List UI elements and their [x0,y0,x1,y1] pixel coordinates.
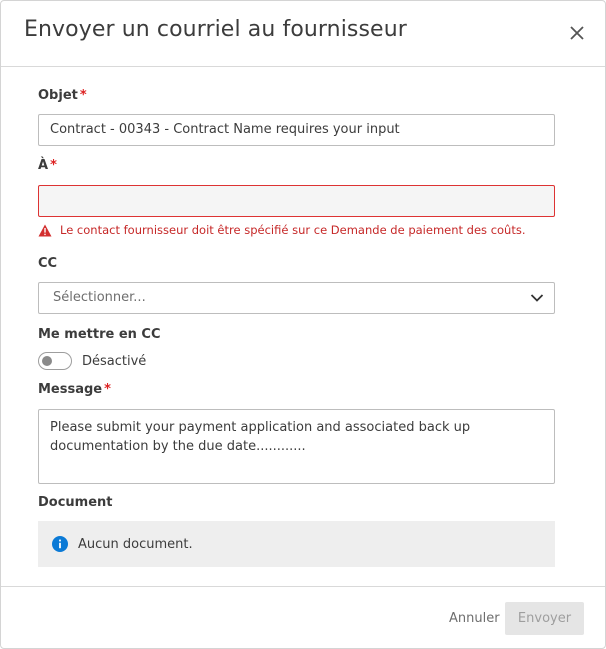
required-marker: * [104,382,111,397]
send-button[interactable]: Envoyer [505,602,584,635]
subject-input[interactable]: Contract - 00343 - Contract Name require… [38,114,555,146]
warning-icon [38,224,52,236]
subject-label-text: Objet [38,88,78,103]
dialog-header: Envoyer un courriel au fournisseur [1,1,605,67]
document-empty-text: Aucun document. [78,536,193,552]
subject-value: Contract - 00343 - Contract Name require… [50,122,400,137]
cc-me-toggle-state: Désactivé [82,354,147,369]
to-error-text: Le contact fournisseur doit être spécifi… [60,223,526,237]
message-value: Please submit your payment application a… [50,420,471,454]
document-label: Document [38,495,113,510]
chevron-down-icon [530,294,544,302]
close-button[interactable] [567,23,587,43]
cc-label: CC [38,256,58,271]
subject-label: Objet * [38,88,87,103]
message-label: Message * [38,382,111,397]
to-label: À * [38,158,57,173]
message-textarea[interactable]: Please submit your payment application a… [38,409,555,484]
to-input[interactable] [38,185,555,217]
message-label-text: Message [38,382,103,397]
cc-me-toggle[interactable] [38,352,72,370]
cc-placeholder: Sélectionner... [53,290,146,305]
required-marker: * [79,88,87,103]
cancel-button[interactable]: Annuler [449,611,500,626]
to-error-message: Le contact fournisseur doit être spécifi… [38,223,526,237]
info-icon [52,536,68,552]
required-marker: * [50,158,57,173]
document-empty-state: Aucun document. [38,521,555,567]
email-supplier-dialog: Envoyer un courriel au fournisseur Objet… [0,0,606,649]
cc-me-label: Me mettre en CC [38,327,161,342]
cc-select[interactable]: Sélectionner... [38,282,555,314]
close-icon [570,26,584,40]
dialog-title: Envoyer un courriel au fournisseur [24,17,407,42]
toggle-knob [42,356,52,366]
to-label-text: À [38,158,49,173]
